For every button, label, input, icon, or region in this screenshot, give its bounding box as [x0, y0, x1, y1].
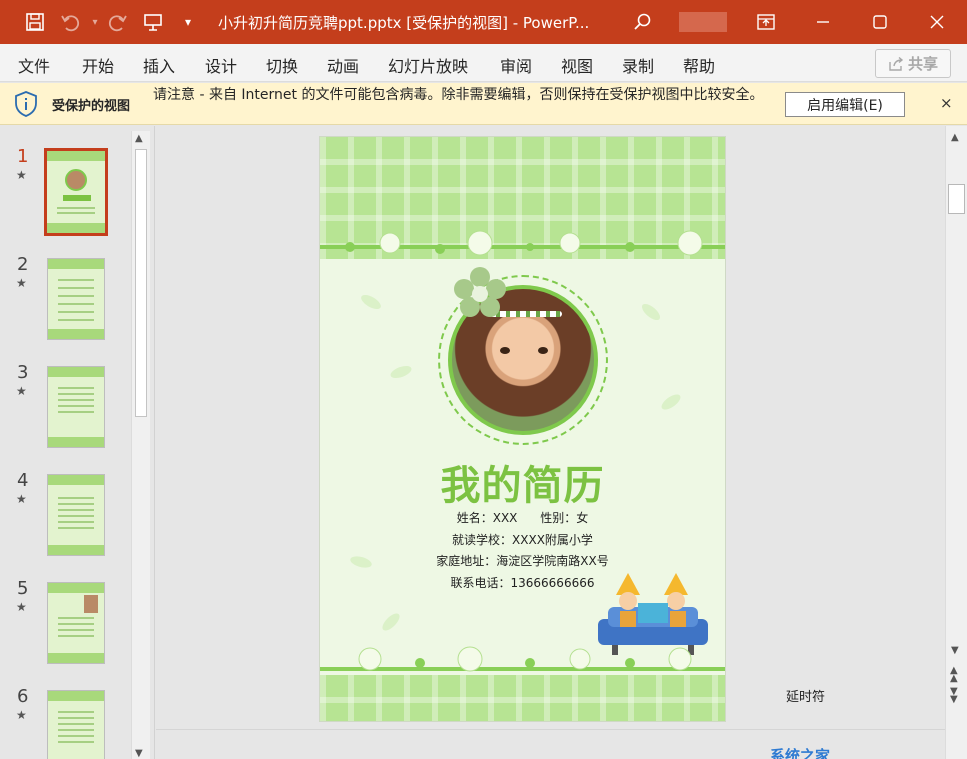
- notes-text: 延时符: [786, 690, 826, 705]
- slide-thumbnail-3[interactable]: [47, 366, 105, 448]
- previous-slide-icon[interactable]: ▲ ▲: [950, 666, 958, 684]
- thumbnail-scrollbar[interactable]: ▲ ▼: [131, 131, 150, 759]
- slide-thumbnail-5[interactable]: [47, 582, 105, 664]
- animation-star-icon: ★: [16, 492, 27, 506]
- tab-insert[interactable]: 插入: [143, 53, 175, 77]
- animation-star-icon: ★: [16, 276, 27, 290]
- tab-file[interactable]: 文件: [18, 53, 50, 77]
- tab-view[interactable]: 视图: [561, 53, 593, 77]
- ribbon-tabs: 文件 开始 插入 设计 切换 动画 幻灯片放映 审阅 视图 录制 帮助 共享: [0, 44, 967, 82]
- animation-star-icon: ★: [16, 600, 27, 614]
- slide-number: 3: [17, 362, 29, 383]
- title-bar: ▾ ▾ 小升初升简历竞聘ppt.pptx [受保护的视图] - PowerP..…: [0, 0, 967, 44]
- slide-thumbnail-2[interactable]: [47, 258, 105, 340]
- customize-icon[interactable]: ▾: [176, 10, 200, 34]
- animation-star-icon: ★: [16, 708, 27, 722]
- close-icon[interactable]: [921, 6, 953, 38]
- plaid-footer: [320, 675, 725, 721]
- share-label: 共享: [907, 55, 938, 73]
- present-icon[interactable]: [141, 10, 165, 34]
- protected-view-banner: 受保护的视图 请注意 - 来自 Internet 的文件可能包含病毒。除非需要编…: [0, 83, 967, 125]
- slide-thumbnail-4[interactable]: [47, 474, 105, 556]
- animation-star-icon: ★: [16, 384, 27, 398]
- banner-message: 请注意 - 来自 Internet 的文件可能包含病毒。除非需要编辑，否则保持在…: [153, 87, 764, 103]
- next-slide-icon[interactable]: ▼ ▼: [950, 687, 958, 705]
- scrollbar-thumb[interactable]: [948, 184, 965, 214]
- current-slide[interactable]: 我的简历 姓名：XXX 性别：女 就读学校：XXXX附属小学 家庭地址：海淀区学…: [319, 136, 726, 722]
- tab-record[interactable]: 录制: [622, 53, 654, 77]
- slide-thumbnail-1[interactable]: [44, 148, 108, 236]
- flower-row-bottom: [358, 646, 692, 672]
- slide-number: 1: [17, 146, 29, 167]
- tab-home[interactable]: 开始: [82, 53, 114, 77]
- share-icon: [889, 56, 904, 71]
- slide-number: 4: [17, 470, 29, 491]
- tab-slideshow[interactable]: 幻灯片放映: [388, 53, 468, 77]
- ribbon-display-icon[interactable]: [750, 6, 782, 38]
- redo-icon[interactable]: [106, 10, 130, 34]
- shield-icon: [14, 91, 38, 121]
- slide-number: 2: [17, 254, 29, 275]
- save-icon[interactable]: [23, 10, 47, 34]
- info-name-gender: 姓名：XXX 性别：女: [456, 511, 589, 525]
- tab-animations[interactable]: 动画: [327, 53, 359, 77]
- search-icon[interactable]: [630, 10, 654, 34]
- tab-design[interactable]: 设计: [205, 53, 237, 77]
- tab-transitions[interactable]: 切换: [266, 53, 298, 77]
- info-school: 就读学校：XXXX附属小学: [452, 533, 593, 547]
- banner-title: 受保护的视图: [52, 99, 131, 114]
- slide-thumbnail-6[interactable]: [47, 690, 105, 759]
- flower-row-top: [345, 230, 703, 256]
- slide-number: 5: [17, 578, 29, 599]
- scroll-down-icon[interactable]: ▼: [951, 645, 959, 656]
- scroll-up-icon[interactable]: ▲: [135, 133, 143, 144]
- watermark-logo: 系统之家: [770, 747, 831, 759]
- flower-decoration-icon: [454, 267, 506, 317]
- account-placeholder[interactable]: [679, 12, 727, 32]
- scrollbar-thumb[interactable]: [135, 149, 147, 417]
- tab-help[interactable]: 帮助: [683, 53, 715, 77]
- window-title: 小升初升简历竞聘ppt.pptx [受保护的视图] - PowerP...: [218, 14, 590, 32]
- animation-star-icon: ★: [16, 168, 27, 182]
- undo-icon[interactable]: [58, 10, 82, 34]
- undo-dropdown-icon[interactable]: ▾: [83, 10, 107, 34]
- scroll-down-icon[interactable]: ▼: [135, 748, 143, 759]
- banner-close-icon[interactable]: ×: [940, 94, 953, 112]
- slide-title: 我的简历: [440, 463, 605, 509]
- slide-number: 6: [17, 686, 29, 707]
- editor-scrollbar[interactable]: ▲ ▼ ▲ ▲ ▼ ▼: [945, 126, 967, 759]
- maximize-icon[interactable]: [864, 6, 896, 38]
- minimize-icon[interactable]: [807, 6, 839, 38]
- enable-editing-button[interactable]: 启用编辑(E): [785, 92, 905, 117]
- scroll-up-icon[interactable]: ▲: [951, 132, 959, 143]
- tab-review[interactable]: 审阅: [500, 53, 532, 77]
- share-button[interactable]: 共享: [875, 49, 951, 78]
